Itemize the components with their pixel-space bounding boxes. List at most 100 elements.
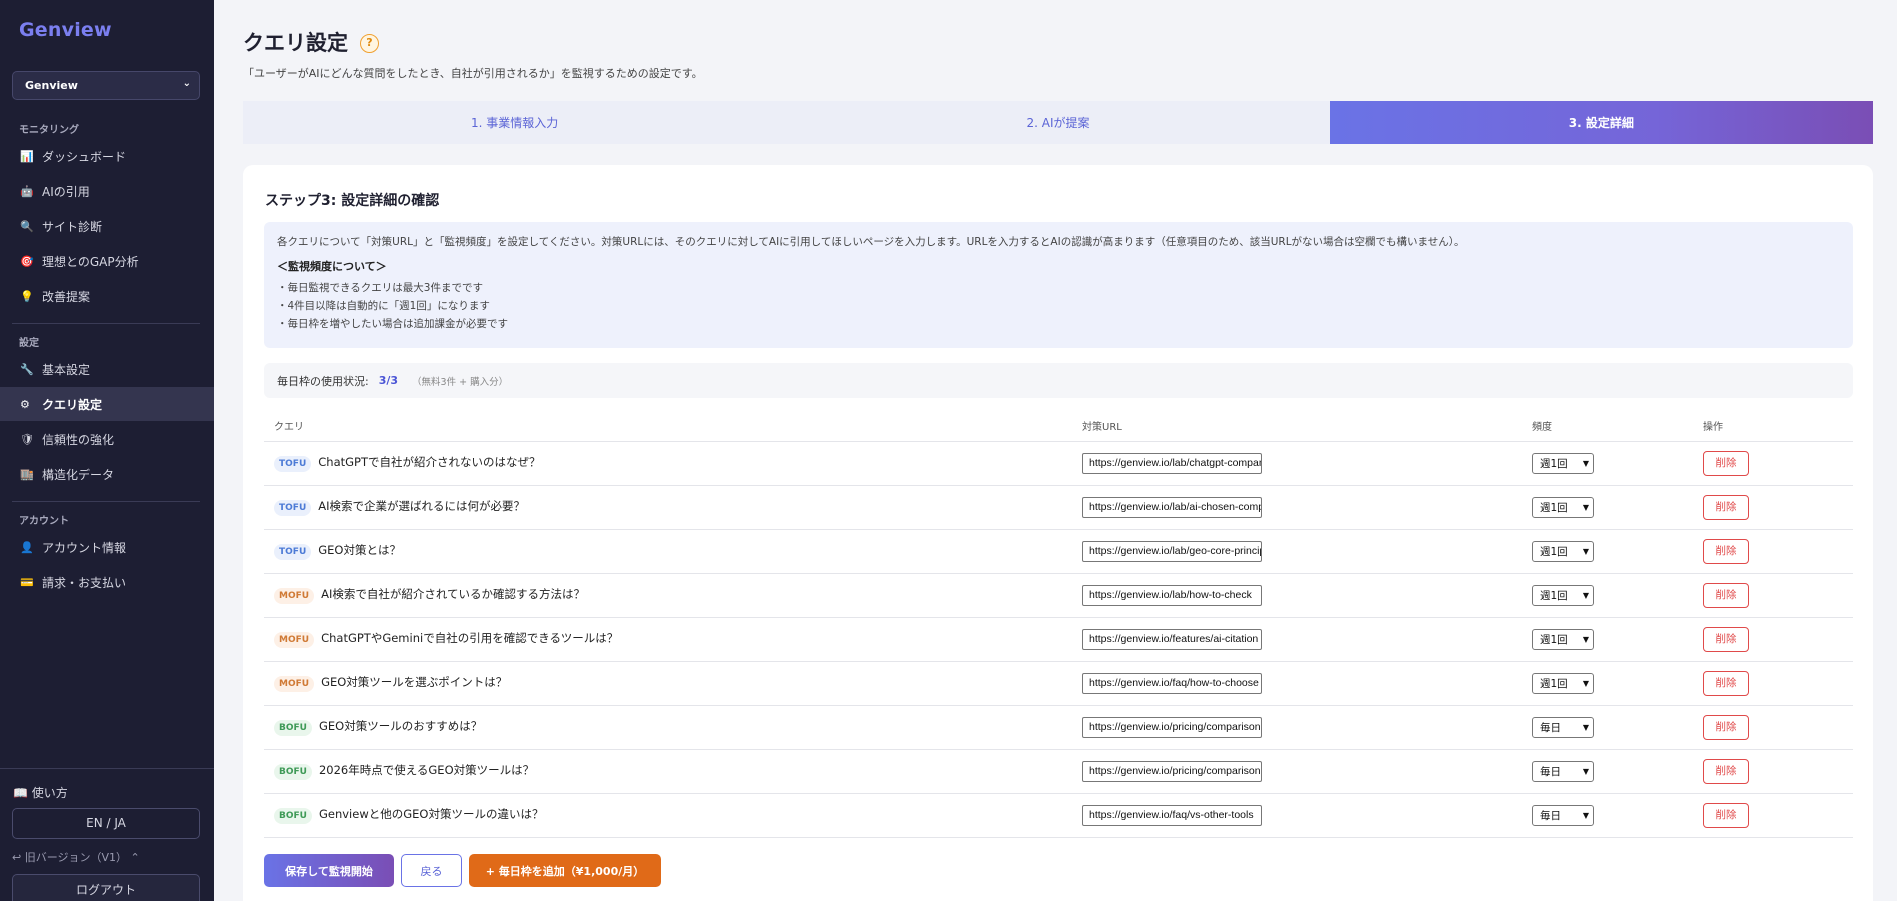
step-ai-suggest[interactable]: 2. AIが提案 xyxy=(786,101,1329,144)
query-text: ChatGPTやGeminiで自社の引用を確認できるツールは？ xyxy=(321,631,619,645)
frequency-select[interactable]: 毎日 ▼ xyxy=(1532,760,1594,782)
sidebar-item-trust[interactable]: 🛡 信頼性の強化 xyxy=(0,422,214,456)
save-start-button[interactable]: 保存して監視開始 xyxy=(264,854,394,887)
sidebar-item-label: アカウント情報 xyxy=(42,540,127,555)
logout-button[interactable]: ログアウト xyxy=(12,874,200,901)
delete-button[interactable]: 削除 xyxy=(1703,494,1749,520)
wrench-icon: 🔧 xyxy=(20,362,34,376)
chevron-down-icon: ▼ xyxy=(1582,722,1589,732)
query-cell: BOFU 2026年時点で使えるGEO対策ツールは？ xyxy=(264,749,1072,794)
target-url-input[interactable]: https://genview.io/faq/how-to-choose xyxy=(1082,672,1262,694)
query-text: Genviewと他のGEO対策ツールの違いは？ xyxy=(318,807,544,821)
delete-button[interactable]: 削除 xyxy=(1703,714,1749,740)
howto-link[interactable]: 📖 使い方 xyxy=(13,784,68,801)
delete-button[interactable]: 削除 xyxy=(1703,802,1749,828)
sidebar-item-account-info[interactable]: 👤 アカウント情報 xyxy=(0,530,214,564)
column-header-frequency: 頻度 xyxy=(1522,411,1693,442)
sidebar-item-site-diagnosis[interactable]: 🔍 サイト診断 xyxy=(0,209,214,243)
action-cell: 削除 xyxy=(1693,661,1853,706)
old-version-label: 旧バージョン（V1） xyxy=(24,851,128,864)
sidebar-divider xyxy=(12,501,200,502)
frequency-cell: 週1回 ▼ xyxy=(1522,661,1693,706)
sidebar-item-ai-citations[interactable]: 🤖 AIの引用 xyxy=(0,174,214,208)
frequency-select[interactable]: 毎日 ▼ xyxy=(1532,804,1594,826)
old-version-link[interactable]: ↩ 旧バージョン（V1） ⌃ xyxy=(12,849,140,865)
action-cell: 削除 xyxy=(1693,793,1853,838)
delete-button[interactable]: 削除 xyxy=(1703,758,1749,784)
url-cell: https://genview.io/lab/ai-chosen-company xyxy=(1072,485,1522,530)
action-cell: 削除 xyxy=(1693,705,1853,750)
sidebar-item-label: 構造化データ xyxy=(42,467,115,482)
query-text: 2026年時点で使えるGEO対策ツールは？ xyxy=(318,763,535,777)
sidebar-item-suggestions[interactable]: 💡 改善提案 xyxy=(0,279,214,313)
target-url-input[interactable]: https://genview.io/features/ai-citation xyxy=(1082,628,1262,650)
frequency-select[interactable]: 週1回 ▼ xyxy=(1532,496,1594,518)
sidebar-item-billing[interactable]: 💳 請求・お支払い xyxy=(0,565,214,599)
frequency-select[interactable]: 週1回 ▼ xyxy=(1532,584,1594,606)
back-button[interactable]: 戻る xyxy=(401,854,462,887)
chart-icon: 📊 xyxy=(20,149,34,163)
add-daily-slot-button[interactable]: + 毎日枠を追加（¥1,000/月） xyxy=(469,854,661,887)
frequency-select[interactable]: 毎日 ▼ xyxy=(1532,716,1594,738)
chevron-up-icon: ⌃ xyxy=(130,851,140,864)
frequency-select[interactable]: 週1回 ▼ xyxy=(1532,628,1594,650)
target-url-input[interactable]: https://genview.io/pricing/comparison xyxy=(1082,760,1262,782)
table-row: TOFU GEO対策とは？ https://genview.io/lab/geo-c… xyxy=(264,529,1853,574)
url-cell: https://genview.io/lab/geo-core-principl… xyxy=(1072,529,1522,574)
target-url-input[interactable]: https://genview.io/lab/how-to-check xyxy=(1082,584,1262,606)
frequency-select[interactable]: 週1回 ▼ xyxy=(1532,452,1594,474)
delete-button[interactable]: 削除 xyxy=(1703,626,1749,652)
step-settings-detail[interactable]: 3. 設定詳細 xyxy=(1329,101,1873,144)
column-header-action: 操作 xyxy=(1693,411,1853,442)
funnel-stage-badge: BOFU xyxy=(274,720,312,736)
language-toggle-button[interactable]: EN / JA xyxy=(12,808,200,839)
sidebar-item-structured-data[interactable]: 🏬 構造化データ xyxy=(0,457,214,491)
frequency-cell: 週1回 ▼ xyxy=(1522,573,1693,618)
target-url-input[interactable]: https://genview.io/lab/chatgpt-company xyxy=(1082,452,1262,474)
target-url-input[interactable]: https://genview.io/pricing/comparison xyxy=(1082,716,1262,738)
action-cell: 削除 xyxy=(1693,485,1853,530)
workspace-select-value: Genview xyxy=(25,79,78,92)
query-cell: MOFU GEO対策ツールを選ぶポイントは？ xyxy=(264,661,1072,706)
sidebar-item-query-settings[interactable]: ⚙ クエリ設定 xyxy=(0,387,214,421)
funnel-stage-badge: TOFU xyxy=(274,500,312,516)
app-logo[interactable]: Genview xyxy=(19,19,112,41)
frequency-value: 毎日 xyxy=(1540,721,1561,734)
column-header-query: クエリ xyxy=(264,411,1072,442)
delete-button[interactable]: 削除 xyxy=(1703,450,1749,476)
gear-icon: ⚙ xyxy=(20,397,30,411)
url-cell: https://genview.io/faq/vs-other-tools xyxy=(1072,793,1522,838)
frequency-cell: 毎日 ▼ xyxy=(1522,705,1693,750)
url-cell: https://genview.io/pricing/comparison xyxy=(1072,705,1522,750)
funnel-stage-badge: BOFU xyxy=(274,808,312,824)
delete-button[interactable]: 削除 xyxy=(1703,538,1749,564)
shield-icon: 🛡 xyxy=(20,432,34,446)
sidebar: Genview Genview ⌄ モニタリング 📊 ダッシュボード 🤖 AIの… xyxy=(0,0,214,901)
info-bullet: ・毎日監視できるクエリは最大3件までです xyxy=(277,282,483,294)
target-url-input[interactable]: https://genview.io/lab/ai-chosen-company xyxy=(1082,496,1262,518)
sidebar-item-gap-analysis[interactable]: 🎯 理想とのGAP分析 xyxy=(0,244,214,278)
step-business-info[interactable]: 1. 事業情報入力 xyxy=(243,101,786,144)
query-cell: BOFU GEO対策ツールのおすすめは？ xyxy=(264,705,1072,750)
table-row: TOFU ChatGPTで自社が紹介されないのはなぜ？ https://genvie… xyxy=(264,441,1853,486)
workspace-select[interactable]: Genview ⌄ xyxy=(12,71,200,100)
delete-button[interactable]: 削除 xyxy=(1703,670,1749,696)
delete-button[interactable]: 削除 xyxy=(1703,582,1749,608)
action-cell: 削除 xyxy=(1693,441,1853,486)
sidebar-item-label: 基本設定 xyxy=(42,362,91,377)
section-label-monitoring: モニタリング xyxy=(19,125,79,136)
target-icon: 🎯 xyxy=(20,254,34,268)
table-row: MOFU AI検索で自社が紹介されているか確認する方法は？ https://genv… xyxy=(264,573,1853,618)
frequency-select[interactable]: 週1回 ▼ xyxy=(1532,672,1594,694)
sidebar-item-dashboard[interactable]: 📊 ダッシュボード xyxy=(0,139,214,173)
url-cell: https://genview.io/features/ai-citation xyxy=(1072,617,1522,662)
sidebar-item-basic-settings[interactable]: 🔧 基本設定 xyxy=(0,352,214,386)
target-url-input[interactable]: https://genview.io/faq/vs-other-tools xyxy=(1082,804,1262,826)
frequency-select[interactable]: 週1回 ▼ xyxy=(1532,540,1594,562)
target-url-input[interactable]: https://genview.io/lab/geo-core-principl… xyxy=(1082,540,1262,562)
action-cell: 削除 xyxy=(1693,617,1853,662)
chevron-down-icon: ▼ xyxy=(1582,458,1589,468)
usage-count: 3/3 xyxy=(378,374,399,387)
help-icon[interactable]: ? xyxy=(360,34,379,53)
query-cell: TOFU ChatGPTで自社が紹介されないのはなぜ？ xyxy=(264,441,1072,486)
